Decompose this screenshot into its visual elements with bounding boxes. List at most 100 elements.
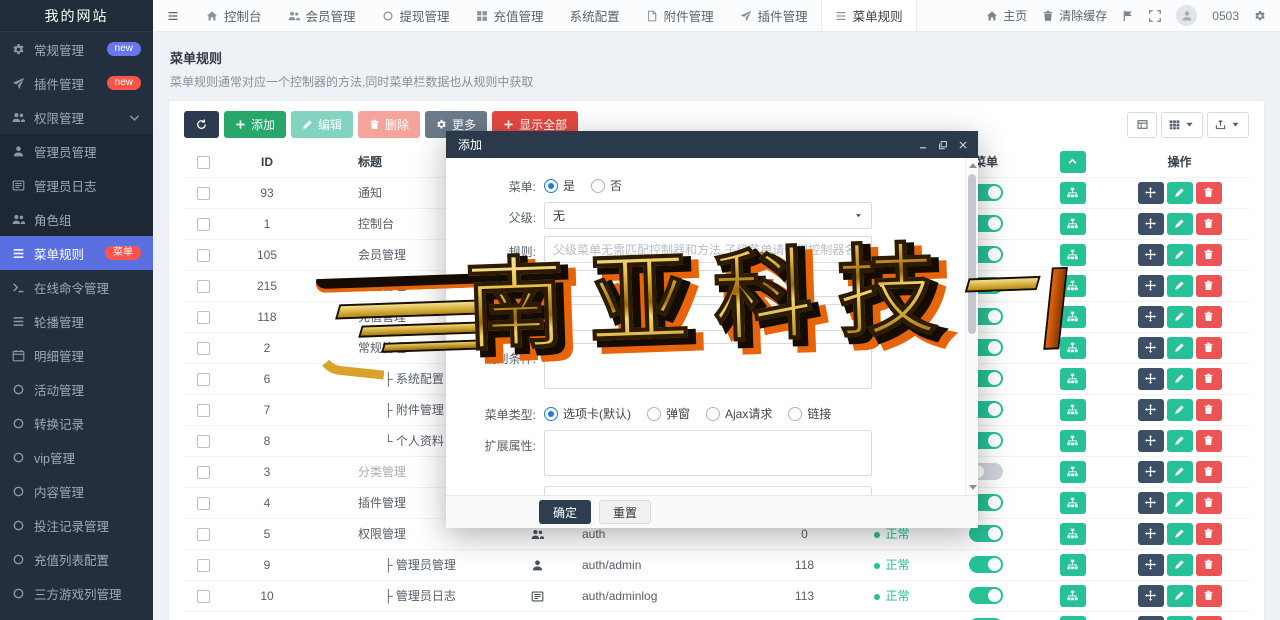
submenu-button[interactable] — [1060, 306, 1086, 328]
drag-button[interactable] — [1138, 616, 1164, 620]
sidebar-item-内容管理[interactable]: 内容管理 — [0, 474, 153, 508]
delete-row-button[interactable] — [1196, 368, 1222, 390]
export-button[interactable] — [1207, 112, 1249, 138]
edit-row-button[interactable] — [1167, 337, 1193, 359]
submenu-button[interactable] — [1060, 337, 1086, 359]
refresh-button[interactable] — [184, 111, 219, 138]
delete-row-button[interactable] — [1196, 461, 1222, 483]
row-checkbox[interactable] — [197, 280, 210, 293]
delete-row-button[interactable] — [1196, 492, 1222, 514]
submenu-button[interactable] — [1060, 244, 1086, 266]
clear-cache-link[interactable]: 清除缓存 — [1042, 7, 1107, 24]
delete-row-button[interactable] — [1196, 616, 1222, 620]
edit-row-button[interactable] — [1167, 430, 1193, 452]
sidebar-item-活动管理[interactable]: 活动管理 — [0, 372, 153, 406]
dialog-scrollbar[interactable] — [965, 158, 978, 495]
sidebar-item-管理员日志[interactable]: 管理员日志 — [0, 168, 153, 202]
row-checkbox[interactable] — [197, 373, 210, 386]
sidebar-item-转换记录[interactable]: 转换记录 — [0, 406, 153, 440]
submenu-button[interactable] — [1060, 368, 1086, 390]
delete-row-button[interactable] — [1196, 337, 1222, 359]
drag-button[interactable] — [1138, 492, 1164, 514]
sidebar-item-充值列表配置[interactable]: 充值列表配置 — [0, 542, 153, 576]
row-checkbox[interactable] — [197, 404, 210, 417]
drag-button[interactable] — [1138, 306, 1164, 328]
submenu-button[interactable] — [1060, 585, 1086, 607]
edit-row-button[interactable] — [1167, 213, 1193, 235]
edit-row-button[interactable] — [1167, 368, 1193, 390]
tab-会员管理[interactable]: 会员管理 — [275, 0, 369, 31]
tab-插件管理[interactable]: 插件管理 — [727, 0, 821, 31]
tab-菜单规则[interactable]: 菜单规则 — [821, 0, 917, 31]
submenu-button[interactable] — [1060, 275, 1086, 297]
submenu-button[interactable] — [1060, 213, 1086, 235]
drag-button[interactable] — [1138, 554, 1164, 576]
fullscreen-button[interactable] — [1149, 10, 1161, 22]
menu-radio-option[interactable]: 是 — [544, 177, 575, 194]
sidebar-item-轮播管理[interactable]: 轮播管理 — [0, 304, 153, 338]
sidebar-item-三方游戏列管理[interactable]: 三方游戏列管理 — [0, 576, 153, 610]
columns-button[interactable] — [1161, 112, 1203, 138]
drag-button[interactable] — [1138, 182, 1164, 204]
submenu-button[interactable] — [1060, 182, 1086, 204]
sidebar-item-管理员管理[interactable]: 管理员管理 — [0, 134, 153, 168]
type-radio-option[interactable]: 链接 — [788, 405, 831, 422]
drag-button[interactable] — [1138, 337, 1164, 359]
row-checkbox[interactable] — [197, 342, 210, 355]
menu-switch[interactable] — [969, 556, 1003, 573]
row-checkbox[interactable] — [197, 528, 210, 541]
tab-提现管理[interactable]: 提现管理 — [369, 0, 463, 31]
edit-row-button[interactable] — [1167, 182, 1193, 204]
condition-textarea[interactable] — [544, 343, 872, 389]
avatar[interactable] — [1176, 5, 1197, 26]
drag-button[interactable] — [1138, 430, 1164, 452]
edit-row-button[interactable] — [1167, 492, 1193, 514]
menu-radio-option[interactable]: 否 — [591, 177, 622, 194]
shortcut-button[interactable] — [1122, 10, 1134, 22]
ext-textarea[interactable] — [544, 430, 872, 476]
sidebar-item-菜单规则[interactable]: 菜单规则菜单 — [0, 236, 153, 270]
drag-button[interactable] — [1138, 461, 1164, 483]
delete-row-button[interactable] — [1196, 182, 1222, 204]
settings-button[interactable] — [1254, 10, 1266, 22]
edit-row-button[interactable] — [1167, 461, 1193, 483]
row-checkbox[interactable] — [197, 435, 210, 448]
sidebar-item-投注记录管理[interactable]: 投注记录管理 — [0, 508, 153, 542]
edit-row-button[interactable] — [1167, 585, 1193, 607]
row-checkbox[interactable] — [197, 311, 210, 324]
maximize-icon[interactable] — [938, 140, 948, 150]
drag-button[interactable] — [1138, 399, 1164, 421]
toggle-view-button[interactable] — [1127, 112, 1157, 138]
sidebar-item-插件管理[interactable]: 插件管理new — [0, 66, 153, 100]
edit-row-button[interactable] — [1167, 523, 1193, 545]
home-link[interactable]: 主页 — [986, 7, 1027, 24]
drag-button[interactable] — [1138, 244, 1164, 266]
drag-button[interactable] — [1138, 523, 1164, 545]
collapse-all-button[interactable] — [1060, 151, 1086, 173]
type-radio-option[interactable]: Ajax请求 — [706, 405, 772, 422]
edit-row-button[interactable] — [1167, 244, 1193, 266]
site-logo[interactable]: 我的网站 — [0, 0, 153, 32]
delete-row-button[interactable] — [1196, 523, 1222, 545]
delete-row-button[interactable] — [1196, 213, 1222, 235]
sidebar-item-在线命令管理[interactable]: 在线命令管理 — [0, 270, 153, 304]
drag-button[interactable] — [1138, 585, 1164, 607]
sidebar-item-明细管理[interactable]: 明细管理 — [0, 338, 153, 372]
sidebar-item-vip管理[interactable]: vip管理 — [0, 440, 153, 474]
parent-select[interactable]: 无 — [544, 202, 872, 229]
type-radio-option[interactable]: 选项卡(默认) — [544, 405, 631, 422]
delete-row-button[interactable] — [1196, 306, 1222, 328]
tab-充值管理[interactable]: 充值管理 — [463, 0, 557, 31]
submenu-button[interactable] — [1060, 523, 1086, 545]
edit-row-button[interactable] — [1167, 399, 1193, 421]
edit-row-button[interactable] — [1167, 275, 1193, 297]
edit-row-button[interactable] — [1167, 306, 1193, 328]
scroll-down-icon[interactable] — [969, 485, 977, 490]
minimize-icon[interactable] — [918, 140, 928, 150]
tab-系统配置[interactable]: 系统配置 — [557, 0, 633, 31]
delete-row-button[interactable] — [1196, 585, 1222, 607]
delete-row-button[interactable] — [1196, 244, 1222, 266]
edit-row-button[interactable] — [1167, 554, 1193, 576]
confirm-button[interactable]: 确定 — [539, 500, 591, 524]
row-checkbox[interactable] — [197, 497, 210, 510]
